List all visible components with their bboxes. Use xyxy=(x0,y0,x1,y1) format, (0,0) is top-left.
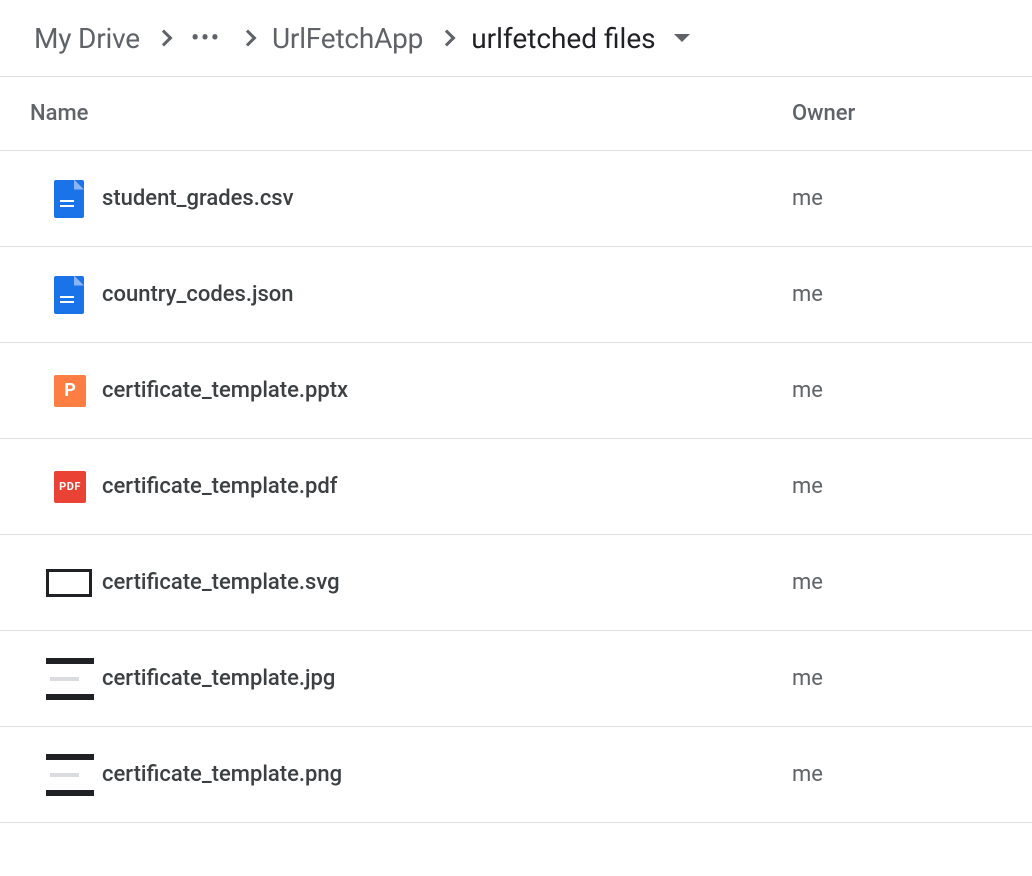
file-row[interactable]: PDF certificate_template.pdfme xyxy=(0,439,1032,535)
file-icon-cell xyxy=(30,276,102,314)
column-header-name[interactable]: Name xyxy=(30,101,792,126)
file-row[interactable]: certificate_template.jpgme xyxy=(0,631,1032,727)
file-name: student_grades.csv xyxy=(102,186,792,211)
chevron-down-icon xyxy=(674,34,690,42)
file-row[interactable]: student_grades.csvme xyxy=(0,151,1032,247)
pdf-icon: PDF xyxy=(54,471,86,503)
column-header-owner[interactable]: Owner xyxy=(792,101,855,126)
file-icon-cell: P xyxy=(30,375,102,407)
breadcrumb-root[interactable]: My Drive xyxy=(34,22,140,55)
file-owner: me xyxy=(792,762,823,787)
file-icon-cell xyxy=(30,656,102,702)
file-owner: me xyxy=(792,474,823,499)
file-name: certificate_template.pdf xyxy=(102,474,792,499)
file-row[interactable]: Pcertificate_template.pptxme xyxy=(0,343,1032,439)
file-name: certificate_template.pptx xyxy=(102,378,792,403)
breadcrumb-ancestor[interactable]: UrlFetchApp xyxy=(272,22,423,55)
file-list: student_grades.csvmecountry_codes.jsonme… xyxy=(0,151,1032,823)
file-name: certificate_template.svg xyxy=(102,570,792,595)
presentation-icon: P xyxy=(54,375,86,407)
file-owner: me xyxy=(792,570,823,595)
table-header: Name Owner xyxy=(0,77,1032,151)
breadcrumb-ellipsis[interactable]: ••• xyxy=(188,20,224,56)
file-name: certificate_template.jpg xyxy=(102,666,792,691)
file-owner: me xyxy=(792,378,823,403)
file-name: certificate_template.png xyxy=(102,762,792,787)
breadcrumb-current[interactable]: urlfetched files xyxy=(471,22,689,55)
image-thumbnail-icon xyxy=(46,656,94,702)
image-thumbnail-icon xyxy=(46,752,94,798)
file-row[interactable]: country_codes.jsonme xyxy=(0,247,1032,343)
chevron-right-icon xyxy=(439,30,456,47)
file-owner: me xyxy=(792,282,823,307)
chevron-right-icon xyxy=(155,30,172,47)
file-name: country_codes.json xyxy=(102,282,792,307)
image-thumbnail-icon xyxy=(46,569,92,597)
file-icon-cell: PDF xyxy=(30,471,102,503)
breadcrumb-current-label: urlfetched files xyxy=(471,22,655,55)
file-row[interactable]: certificate_template.pngme xyxy=(0,727,1032,823)
file-icon-cell xyxy=(30,752,102,798)
file-owner: me xyxy=(792,186,823,211)
file-icon-cell xyxy=(30,569,102,597)
breadcrumb: My Drive ••• UrlFetchApp urlfetched file… xyxy=(0,0,1032,77)
document-icon xyxy=(54,276,84,314)
document-icon xyxy=(54,180,84,218)
file-row[interactable]: certificate_template.svgme xyxy=(0,535,1032,631)
file-icon-cell xyxy=(30,180,102,218)
chevron-right-icon xyxy=(239,30,256,47)
file-owner: me xyxy=(792,666,823,691)
